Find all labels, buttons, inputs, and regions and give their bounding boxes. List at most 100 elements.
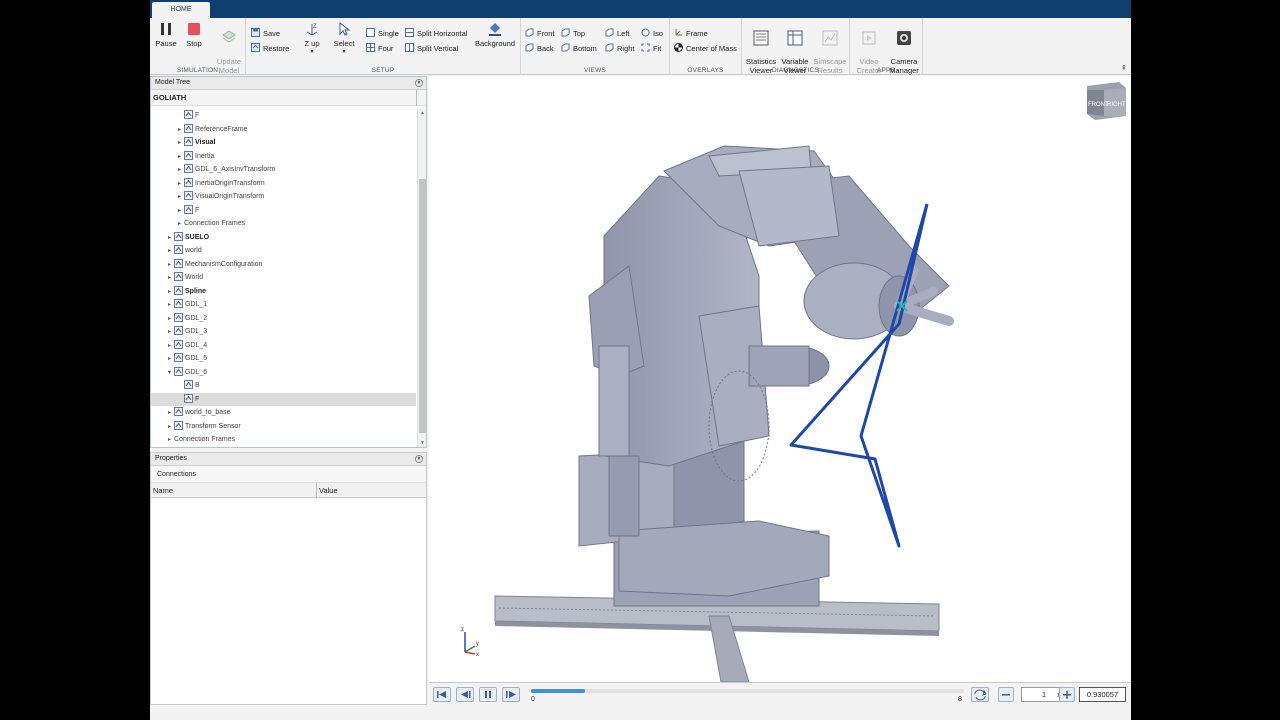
- column-header-value[interactable]: Value: [319, 483, 338, 498]
- chevron-right-icon[interactable]: ▸: [165, 299, 174, 312]
- tree-scrollbar[interactable]: ▲ ▼: [417, 109, 426, 447]
- view-fit-button[interactable]: Fit: [641, 43, 661, 55]
- scrollbar-thumb[interactable]: [419, 179, 426, 433]
- tree-row[interactable]: ▾ GDL_6: [151, 366, 416, 379]
- column-divider[interactable]: [316, 483, 317, 498]
- play-forward-button[interactable]: [502, 687, 520, 702]
- four-layout-button[interactable]: Four: [366, 43, 393, 55]
- chevron-right-icon[interactable]: ▸: [165, 340, 174, 353]
- chevron-right-icon[interactable]: ▸: [175, 164, 184, 177]
- chevron-right-icon[interactable]: ▸: [165, 259, 174, 272]
- tree-row[interactable]: ▸ Connection Frames: [151, 433, 416, 446]
- model-tree-panel: Model Tree ▼ GOLIATH F ▸ ReferenceFrame ▸ Vi…: [150, 76, 427, 448]
- view-top-button[interactable]: Top: [561, 28, 585, 40]
- stop-button[interactable]: Stop: [178, 21, 210, 48]
- tree-row[interactable]: ▸ world_to_base: [151, 406, 416, 419]
- robot-scene[interactable]: FRONT RIGHT z y x: [429, 76, 1131, 682]
- chevron-right-icon[interactable]: ▸: [175, 205, 184, 218]
- chevron-right-icon[interactable]: ▸: [165, 353, 174, 366]
- tree-row[interactable]: ▸ Connection Frames: [151, 217, 416, 230]
- single-layout-button[interactable]: Single: [366, 28, 399, 40]
- chevron-right-icon[interactable]: ▸: [165, 421, 174, 434]
- restore-button[interactable]: Restore: [251, 43, 289, 55]
- simulation-time-field[interactable]: 0.930057: [1079, 687, 1126, 702]
- tree-row[interactable]: ▸ GDL_4: [151, 339, 416, 352]
- frame-icon: [184, 380, 193, 389]
- column-header-name[interactable]: Name: [153, 483, 173, 498]
- chevron-right-icon[interactable]: ▸: [175, 178, 184, 191]
- tree-row[interactable]: ▸ Spline: [151, 285, 416, 298]
- tree-row[interactable]: ▸ VisualOriginTransform: [151, 190, 416, 203]
- tree-row[interactable]: ▸ F: [151, 204, 416, 217]
- chevron-right-icon[interactable]: ▸: [165, 245, 174, 258]
- tab-home[interactable]: HOME: [152, 2, 210, 18]
- background-button[interactable]: Background: [474, 21, 516, 48]
- tree-row[interactable]: ▸ GDL_6_AxisInvTransform: [151, 163, 416, 176]
- timeline-slider[interactable]: [531, 689, 964, 693]
- chevron-right-icon[interactable]: ▸: [175, 191, 184, 204]
- loop-button[interactable]: [971, 687, 989, 702]
- tree-row[interactable]: ▸ GDL_3: [151, 325, 416, 338]
- scroll-down-icon[interactable]: ▼: [418, 440, 427, 446]
- scroll-up-icon[interactable]: ▲: [418, 110, 427, 116]
- tree-row[interactable]: ▸ ReferenceFrame: [151, 123, 416, 136]
- tree-row[interactable]: F: [151, 109, 416, 122]
- column-divider[interactable]: [416, 90, 417, 106]
- tree-row[interactable]: ▸ world: [151, 244, 416, 257]
- chevron-right-icon[interactable]: ▸: [175, 218, 184, 231]
- decrease-speed-button[interactable]: [998, 687, 1014, 702]
- tree-row[interactable]: ▸ InertiaOriginTransform: [151, 177, 416, 190]
- chevron-down-icon[interactable]: ▾: [165, 367, 174, 380]
- tree-row[interactable]: ▸ GDL_2: [151, 312, 416, 325]
- jump-to-start-button[interactable]: [433, 687, 451, 702]
- model-tree-header: Model Tree ▼: [151, 77, 426, 90]
- tree-row[interactable]: ▸ SUELO: [151, 231, 416, 244]
- tab-connections[interactable]: Connections: [151, 466, 426, 483]
- tree-row[interactable]: ▸ Visual: [151, 136, 416, 149]
- chevron-right-icon[interactable]: ▸: [165, 272, 174, 285]
- restore-label: Restore: [263, 44, 290, 53]
- increase-speed-button[interactable]: [1059, 687, 1075, 702]
- tree-row[interactable]: ▸ Transform Sensor: [151, 420, 416, 433]
- pause-playback-button[interactable]: [479, 687, 497, 702]
- select-button[interactable]: Select ▾: [328, 21, 360, 57]
- tree-row[interactable]: ▸ World: [151, 271, 416, 284]
- four-layout-icon: [366, 43, 375, 52]
- tree-row[interactable]: ▸ GDL_5: [151, 352, 416, 365]
- view-cube[interactable]: FRONT RIGHT: [1087, 82, 1126, 120]
- chevron-right-icon[interactable]: ▸: [175, 137, 184, 150]
- tree-root-row[interactable]: GOLIATH: [151, 90, 426, 106]
- view-front-button[interactable]: Front: [525, 28, 555, 40]
- tree-row[interactable]: ▸ Inertia: [151, 150, 416, 163]
- collapse-panel-icon[interactable]: ▼: [415, 455, 423, 463]
- chevron-right-icon[interactable]: ▸: [175, 124, 184, 137]
- chevron-right-icon[interactable]: ▸: [175, 151, 184, 164]
- view-left-button[interactable]: Left: [605, 28, 630, 40]
- chevron-right-icon[interactable]: ▸: [165, 232, 174, 245]
- chevron-right-icon[interactable]: ▸: [165, 286, 174, 299]
- view-bottom-button[interactable]: Bottom: [561, 43, 597, 55]
- view-right-button[interactable]: Right: [605, 43, 635, 55]
- z-up-button[interactable]: Z Z up ▾: [296, 21, 328, 57]
- collapse-panel-icon[interactable]: ▼: [415, 79, 423, 87]
- view-iso-button[interactable]: Iso: [641, 28, 663, 40]
- frame-toggle-button[interactable]: Frame: [674, 28, 708, 40]
- center-of-mass-toggle-button[interactable]: Center of Mass: [674, 43, 737, 55]
- chevron-right-icon[interactable]: ▸: [165, 313, 174, 326]
- collapse-ribbon-icon[interactable]: ⇞: [1121, 64, 1127, 72]
- 3d-viewport[interactable]: FRONT RIGHT z y x: [429, 76, 1131, 682]
- split-horizontal-button[interactable]: Split Horizontal: [405, 28, 467, 40]
- save-button[interactable]: Save: [251, 28, 280, 40]
- tree-row[interactable]: B: [151, 379, 416, 392]
- tree-row[interactable]: ▸ MechanismConfiguration: [151, 258, 416, 271]
- view-back-button[interactable]: Back: [525, 43, 554, 55]
- tree-row[interactable]: ▸ GDL_1: [151, 298, 416, 311]
- step-back-button[interactable]: [456, 687, 474, 702]
- tree-row[interactable]: F: [151, 392, 416, 406]
- chevron-right-icon[interactable]: ▸: [165, 326, 174, 339]
- statistics-viewer-icon: [753, 30, 769, 46]
- split-vertical-button[interactable]: Split Vertical: [405, 43, 458, 55]
- chevron-right-icon[interactable]: ▸: [165, 434, 174, 447]
- tree-row-label: Spline: [185, 287, 207, 295]
- chevron-right-icon[interactable]: ▸: [165, 407, 174, 420]
